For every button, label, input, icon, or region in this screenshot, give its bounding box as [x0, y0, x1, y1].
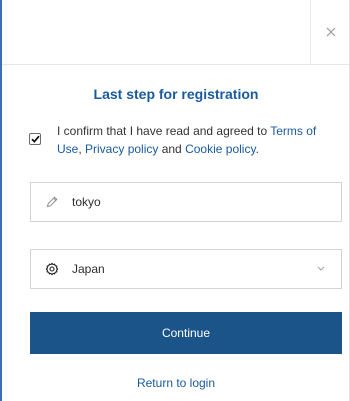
continue-button[interactable]: Continue	[30, 312, 342, 354]
close-button[interactable]	[310, 0, 350, 64]
checkmark-icon	[30, 135, 40, 143]
cookie-policy-link[interactable]: Cookie policy	[185, 142, 255, 156]
dialog-header	[2, 0, 350, 65]
chevron-down-icon	[317, 266, 325, 271]
consent-text: I confirm that I have read and agreed to…	[57, 122, 339, 158]
consent-and: and	[158, 142, 186, 156]
consent-text-before: I confirm that I have read and agreed to	[57, 124, 271, 138]
consent-checkbox[interactable]	[29, 133, 41, 145]
close-icon	[326, 27, 335, 37]
consent-period: .	[255, 142, 259, 156]
city-value: tokyo	[72, 195, 101, 209]
gear-icon	[45, 262, 59, 276]
privacy-policy-link[interactable]: Privacy policy	[85, 142, 158, 156]
return-to-login-link[interactable]: Return to login	[2, 376, 350, 390]
country-select[interactable]: Japan	[30, 249, 342, 289]
pencil-icon	[47, 196, 58, 207]
consent-comma: ,	[78, 142, 86, 156]
dialog-title: Last step for registration	[93, 86, 259, 102]
country-value: Japan	[72, 262, 105, 276]
registration-dialog: Last step for registration I confirm tha…	[0, 0, 350, 401]
city-input[interactable]: tokyo	[30, 182, 342, 222]
